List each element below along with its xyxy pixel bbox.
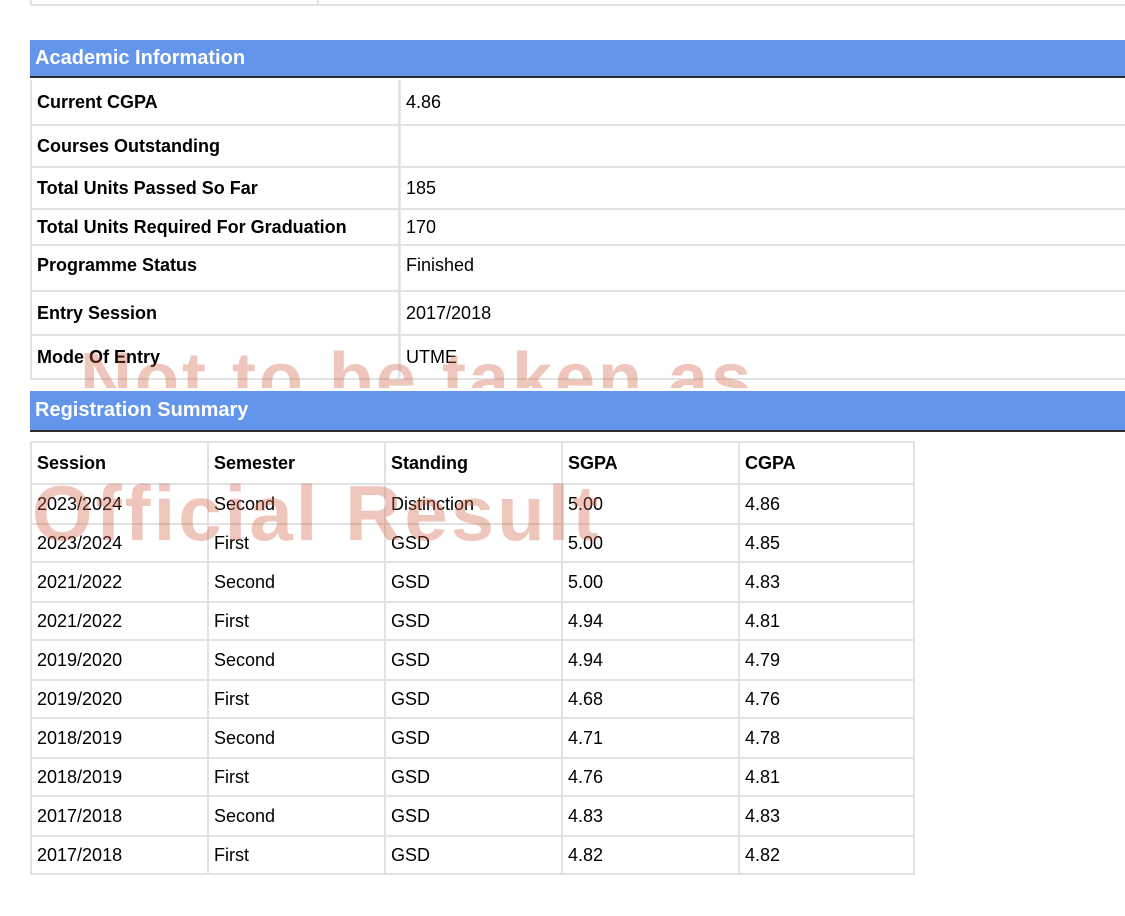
table-row: 2018/2019 Second GSD 4.71 4.78 bbox=[30, 719, 915, 759]
previous-table-bottom bbox=[30, 0, 1125, 6]
table-cell: First bbox=[207, 837, 384, 875]
table-cell: 4.82 bbox=[738, 837, 915, 875]
table-cell: 4.81 bbox=[738, 603, 915, 641]
table-cell: 4.68 bbox=[561, 681, 738, 719]
table-row: 2021/2022 First GSD 4.94 4.81 bbox=[30, 603, 915, 641]
info-value: 4.86 bbox=[400, 80, 1125, 126]
column-header-sgpa: SGPA bbox=[561, 441, 738, 485]
info-label: Current CGPA bbox=[30, 80, 400, 126]
table-cell: Second bbox=[207, 485, 384, 525]
table-cell: GSD bbox=[384, 719, 561, 759]
table-cell: 4.94 bbox=[561, 641, 738, 681]
table-cell: 2019/2020 bbox=[30, 641, 207, 681]
table-cell: Second bbox=[207, 641, 384, 681]
table-cell: Second bbox=[207, 719, 384, 759]
table-cell: Distinction bbox=[384, 485, 561, 525]
table-cell: 4.83 bbox=[738, 797, 915, 837]
info-row-mode-of-entry: Mode Of Entry UTME bbox=[30, 336, 1125, 380]
table-row: 2019/2020 First GSD 4.68 4.76 bbox=[30, 681, 915, 719]
table-cell: First bbox=[207, 759, 384, 797]
table-cell: 4.86 bbox=[738, 485, 915, 525]
info-label: Mode Of Entry bbox=[30, 336, 400, 380]
previous-table-divider bbox=[317, 0, 319, 6]
table-row: 2017/2018 Second GSD 4.83 4.83 bbox=[30, 797, 915, 837]
table-cell: 4.83 bbox=[738, 563, 915, 603]
table-cell: 2018/2019 bbox=[30, 759, 207, 797]
info-label: Total Units Required For Graduation bbox=[30, 210, 400, 246]
table-row: 2019/2020 Second GSD 4.94 4.79 bbox=[30, 641, 915, 681]
info-label: Entry Session bbox=[30, 292, 400, 336]
info-label: Courses Outstanding bbox=[30, 126, 400, 168]
table-cell: 2023/2024 bbox=[30, 525, 207, 563]
registration-summary-table: Session Semester Standing SGPA CGPA 2023… bbox=[30, 441, 915, 875]
table-row: 2023/2024 First GSD 5.00 4.85 bbox=[30, 525, 915, 563]
table-cell: GSD bbox=[384, 797, 561, 837]
table-cell: GSD bbox=[384, 837, 561, 875]
academic-information-title: Academic Information bbox=[35, 46, 246, 69]
table-cell: 4.78 bbox=[738, 719, 915, 759]
table-cell: 4.82 bbox=[561, 837, 738, 875]
table-cell: 2021/2022 bbox=[30, 603, 207, 641]
table-cell: 5.00 bbox=[561, 525, 738, 563]
table-row: 2018/2019 First GSD 4.76 4.81 bbox=[30, 759, 915, 797]
table-cell: 4.83 bbox=[561, 797, 738, 837]
table-cell: 4.79 bbox=[738, 641, 915, 681]
info-value: UTME bbox=[400, 336, 1125, 380]
table-cell: 2019/2020 bbox=[30, 681, 207, 719]
table-cell: GSD bbox=[384, 525, 561, 563]
table-header-row: Session Semester Standing SGPA CGPA bbox=[30, 441, 915, 485]
info-row-entry-session: Entry Session 2017/2018 bbox=[30, 292, 1125, 336]
table-cell: First bbox=[207, 681, 384, 719]
table-cell: 2017/2018 bbox=[30, 837, 207, 875]
info-value: 2017/2018 bbox=[400, 292, 1125, 336]
table-cell: GSD bbox=[384, 603, 561, 641]
table-cell: GSD bbox=[384, 563, 561, 603]
info-label: Programme Status bbox=[30, 246, 400, 292]
table-cell: 5.00 bbox=[561, 563, 738, 603]
table-cell: 4.85 bbox=[738, 525, 915, 563]
table-cell: GSD bbox=[384, 681, 561, 719]
table-cell: 2017/2018 bbox=[30, 797, 207, 837]
info-value: 185 bbox=[400, 168, 1125, 210]
table-cell: 2018/2019 bbox=[30, 719, 207, 759]
info-row-courses-outstanding: Courses Outstanding bbox=[30, 126, 1125, 168]
column-header-cgpa: CGPA bbox=[738, 441, 915, 485]
registration-summary-header: Registration Summary bbox=[30, 391, 1125, 432]
table-cell: 4.76 bbox=[561, 759, 738, 797]
table-row: 2023/2024 Second Distinction 5.00 4.86 bbox=[30, 485, 915, 525]
table-cell: 4.81 bbox=[738, 759, 915, 797]
table-cell: 5.00 bbox=[561, 485, 738, 525]
registration-summary-title: Registration Summary bbox=[35, 399, 249, 421]
academic-information-header: Academic Information bbox=[30, 40, 1125, 78]
table-cell: Second bbox=[207, 797, 384, 837]
table-cell: GSD bbox=[384, 641, 561, 681]
info-row-current-cgpa: Current CGPA 4.86 bbox=[30, 80, 1125, 126]
table-cell: 4.94 bbox=[561, 603, 738, 641]
info-row-total-units-required: Total Units Required For Graduation 170 bbox=[30, 210, 1125, 246]
info-row-total-units-passed: Total Units Passed So Far 185 bbox=[30, 168, 1125, 210]
table-cell: 4.71 bbox=[561, 719, 738, 759]
info-label: Total Units Passed So Far bbox=[30, 168, 400, 210]
table-cell: 2021/2022 bbox=[30, 563, 207, 603]
table-cell: First bbox=[207, 525, 384, 563]
table-cell: GSD bbox=[384, 759, 561, 797]
table-cell: Second bbox=[207, 563, 384, 603]
table-cell: First bbox=[207, 603, 384, 641]
info-value bbox=[400, 126, 1125, 168]
info-value: 170 bbox=[400, 210, 1125, 246]
column-header-session: Session bbox=[30, 441, 207, 485]
table-cell: 4.76 bbox=[738, 681, 915, 719]
column-header-semester: Semester bbox=[207, 441, 384, 485]
info-row-programme-status: Programme Status Finished bbox=[30, 246, 1125, 292]
table-row: 2021/2022 Second GSD 5.00 4.83 bbox=[30, 563, 915, 603]
table-cell: 2023/2024 bbox=[30, 485, 207, 525]
table-row: 2017/2018 First GSD 4.82 4.82 bbox=[30, 837, 915, 875]
academic-information-table: Current CGPA 4.86 Courses Outstanding To… bbox=[30, 80, 1125, 380]
info-value: Finished bbox=[400, 246, 1125, 292]
table-body: 2023/2024 Second Distinction 5.00 4.86 2023/2… bbox=[30, 485, 915, 875]
column-header-standing: Standing bbox=[384, 441, 561, 485]
